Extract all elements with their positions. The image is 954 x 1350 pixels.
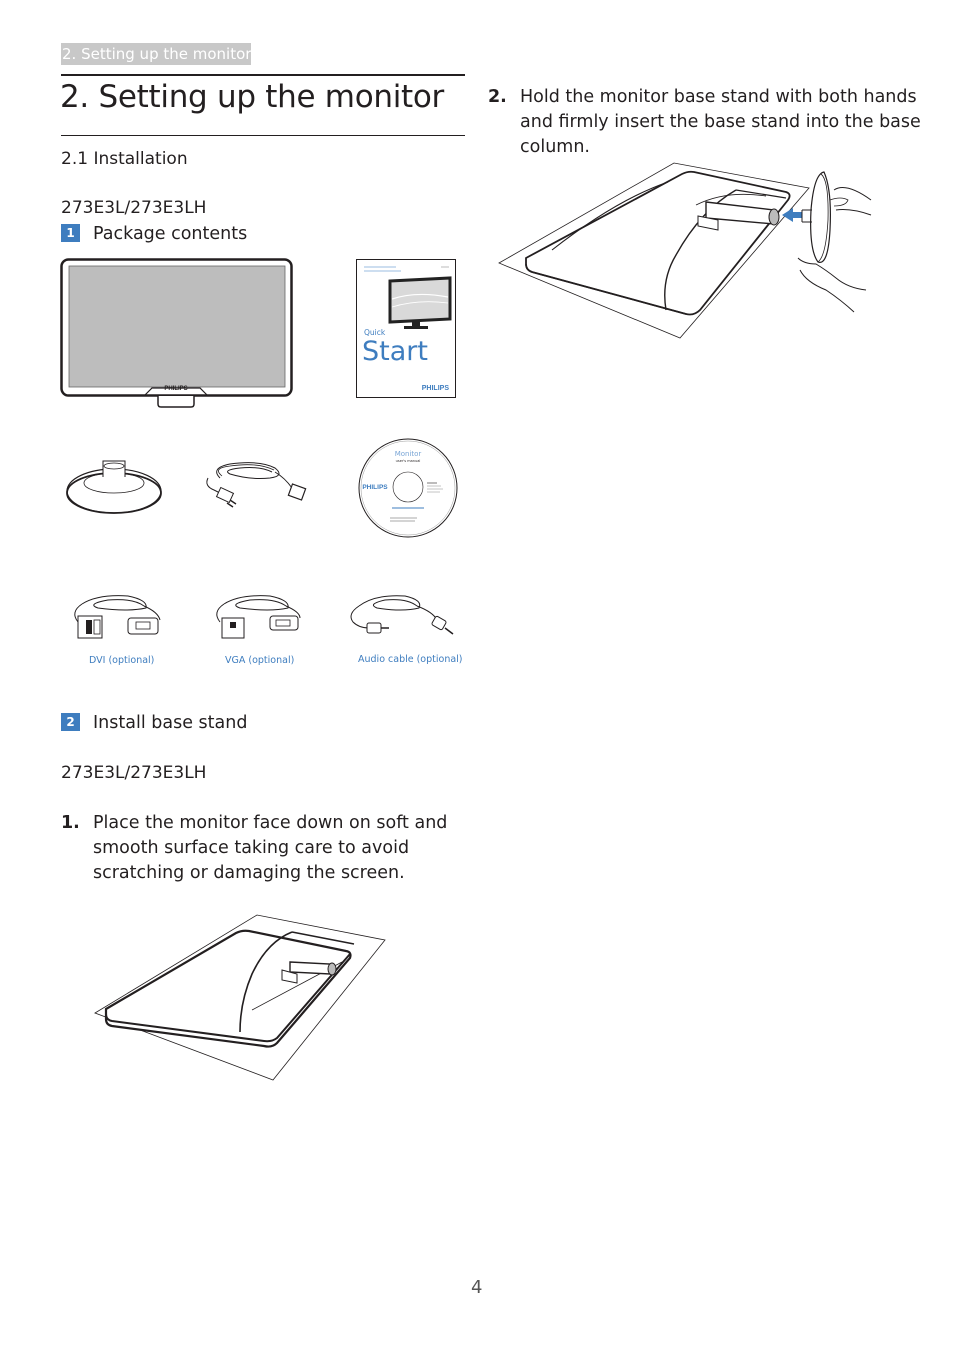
step-badge: 2	[61, 713, 80, 731]
step-title: Install base stand	[93, 713, 248, 733]
section-title: 2.1 Installation	[61, 149, 188, 169]
caption-dvi: DVI (optional)	[89, 655, 155, 666]
dvi-cable-illustration	[74, 595, 161, 639]
instruction-step: 1. Place the monitor face down on soft a…	[61, 811, 471, 886]
caption-vga: VGA (optional)	[225, 655, 295, 666]
brand-logo: PHILIPS	[422, 385, 450, 392]
chapter-title: 2. Setting up the monitor	[60, 79, 444, 115]
vga-cable-illustration	[216, 595, 301, 639]
instruction-step: 2. Hold the monitor base stand with both…	[488, 85, 928, 160]
step-heading-package: 1 Package contents	[61, 223, 247, 245]
step-number: 2.	[488, 87, 507, 107]
model-label: 273E3L/273E3LH	[61, 198, 207, 218]
base-stand-illustration	[66, 460, 162, 514]
insert-base-stand-illustration	[498, 162, 872, 339]
page-number: 4	[471, 1277, 483, 1298]
cd-subtitle: user's manual	[396, 459, 421, 463]
caption-audio: Audio cable (optional)	[358, 654, 463, 665]
step-number: 1.	[61, 813, 80, 833]
model-label: 273E3L/273E3LH	[61, 763, 207, 783]
monitor-face-down-illustration	[94, 914, 386, 1081]
quick-start-guide: Quick Start PHILIPS	[356, 259, 456, 398]
brand-logo: PHILIPS	[164, 386, 187, 392]
running-header: 2. Setting up the monitor	[61, 43, 252, 65]
step-text: Hold the monitor base stand with both ha…	[520, 87, 921, 157]
power-cord-illustration	[206, 462, 307, 508]
step-title: Package contents	[93, 224, 248, 244]
cd-title: Monitor	[395, 450, 422, 458]
divider	[61, 135, 465, 136]
brand-logo: PHILIPS	[362, 484, 388, 491]
audio-cable-illustration	[350, 595, 454, 635]
step-badge: 1	[61, 224, 80, 242]
monitor-illustration: PHILIPS	[60, 258, 293, 408]
step-heading-install: 2 Install base stand	[61, 712, 247, 734]
divider	[61, 74, 465, 76]
step-text: Place the monitor face down on soft and …	[93, 813, 448, 883]
cd-illustration: Monitor user's manual PHILIPS	[358, 438, 458, 538]
guide-label-large: Start	[362, 336, 428, 367]
